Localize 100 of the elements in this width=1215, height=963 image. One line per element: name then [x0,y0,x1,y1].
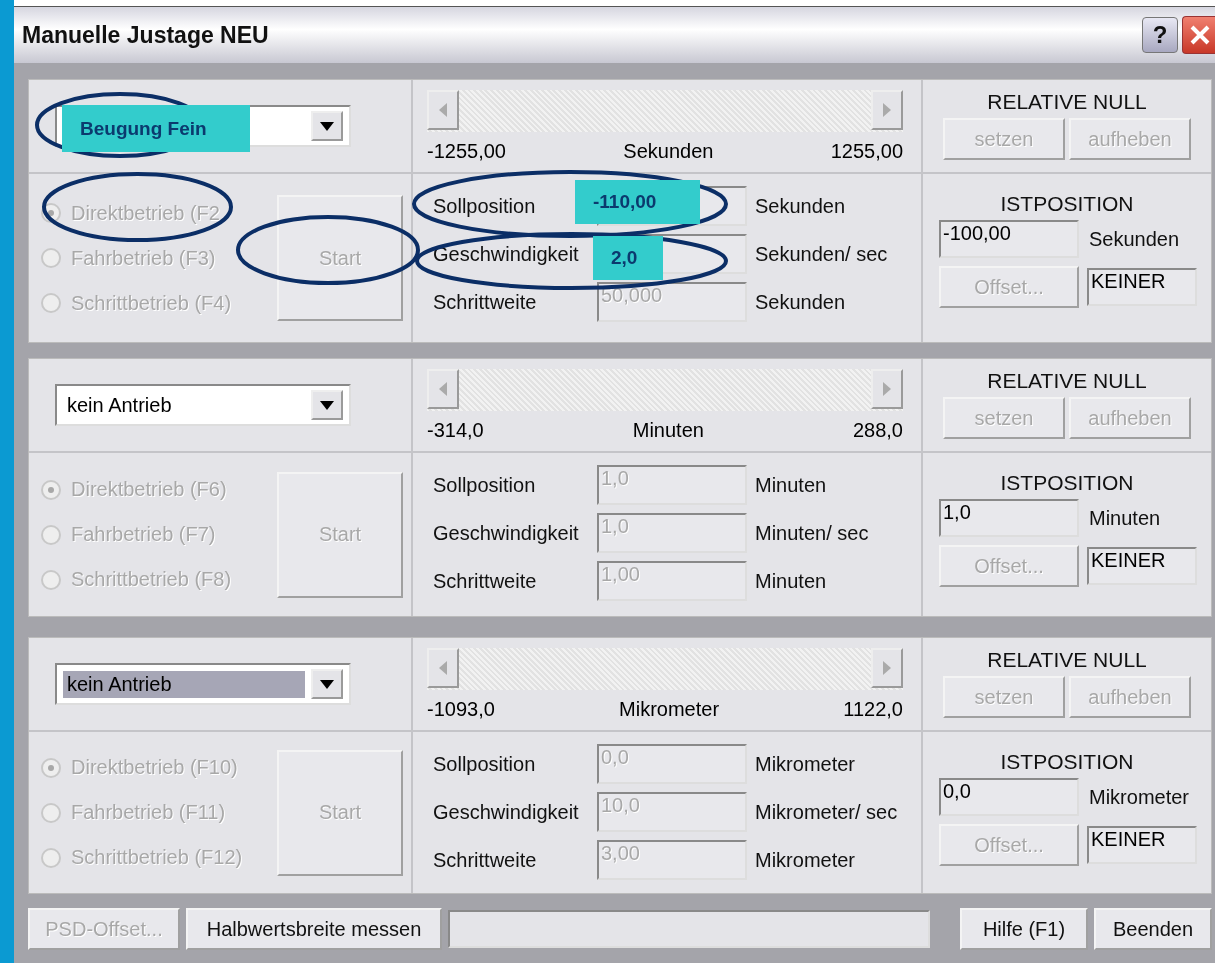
offset-mode-field: KEINER [1087,547,1197,585]
radio-button[interactable] [41,248,61,268]
position-field: 1,0 [939,499,1079,537]
field-label: Schrittweite [433,290,538,314]
relative-null-button[interactable]: aufheben [1069,118,1191,160]
radio-label[interactable]: Schrittbetrieb (F4) [71,291,232,315]
annotation-tooltip: 2,0 [593,236,663,280]
measure-button[interactable]: Halbwertsbreite messen [186,908,442,950]
scale-min: -314,0 [427,419,484,442]
scrollbar[interactable] [427,369,903,411]
radio-label[interactable]: Schrittbetrieb (F8) [71,568,232,591]
scrollbar[interactable] [427,648,903,690]
close-button[interactable] [1182,16,1215,54]
input-field[interactable]: 1,0 [597,465,747,505]
unit-label: Minuten [1089,506,1161,530]
left-arrow-icon [439,382,447,396]
position-field: -100,00 [939,220,1079,258]
drive-dropdown[interactable]: kein Antrieb [55,663,351,705]
annotation-tooltip: -110,00 [575,180,700,224]
scale-min: -1093,0 [427,698,495,721]
drive-dropdown[interactable]: kein Antrieb [55,384,351,426]
field-label: Sollposition [433,752,537,776]
scale-unit: Mikrometer [619,698,720,721]
radio-button[interactable] [41,524,61,545]
unit-label: Mikrometer [755,848,855,872]
offset-mode-field: KEINER [1087,826,1197,864]
help-button[interactable]: Hilfe (F1) [960,908,1088,950]
start-button[interactable]: Start [277,195,403,321]
radio-label[interactable]: Schrittbetrieb (F12) [71,846,243,869]
left-arrow-icon [439,661,447,675]
field-label: Schrittweite [433,848,538,872]
input-field[interactable]: 1,0 [597,513,747,553]
section-title: RELATIVE NULL [987,648,1147,672]
input-field[interactable]: 10,0 [597,792,747,832]
scale-min: -1255,00 [427,140,506,163]
unit-label: Mikrometer [1089,785,1189,809]
radio-label[interactable]: Fahrbetrieb (F11) [71,801,226,824]
close-button[interactable]: Beenden [1094,908,1212,950]
scale-max: 1255,00 [830,140,903,163]
radio-button[interactable] [41,802,61,823]
field-label: Geschwindigkeit [433,800,580,824]
offset-button[interactable]: Offset... [939,545,1079,587]
start-button[interactable]: Start [277,471,403,598]
dropdown-arrow-icon [320,400,334,410]
right-arrow-icon [883,103,891,117]
close-icon [1189,24,1211,46]
section-title: ISTPOSITION [999,192,1135,216]
scale-max: 1122,0 [843,698,903,721]
left-arrow-icon [439,103,447,117]
input-field[interactable]: 1,00 [597,561,747,601]
radio-label[interactable]: Direktbetrieb (F10) [71,756,238,779]
position-field: 0,0 [939,778,1079,816]
radio-button[interactable] [41,293,61,313]
radio-label[interactable]: Fahrbetrieb (F7) [71,523,216,546]
unit-label: Sekunden [755,290,846,314]
unit-label: Minuten [755,569,827,593]
input-field[interactable]: 0,0 [597,744,747,784]
radio-label[interactable]: Direktbetrieb (F2 [71,201,220,225]
relative-null-button[interactable]: setzen [943,676,1065,718]
unit-label: Minuten/ sec [755,521,869,545]
right-arrow-icon [883,382,891,396]
scale-unit: Sekunden [623,140,714,163]
dropdown-arrow-icon [320,679,334,689]
field-label: Geschwindigkeit [433,521,580,545]
unit-label: Minuten [755,473,827,497]
relative-null-button[interactable]: aufheben [1069,397,1191,439]
input-field[interactable]: 3,00 [597,840,747,880]
unit-label: Mikrometer/ sec [755,800,898,824]
offset-button[interactable]: Offset... [939,266,1079,308]
scale-unit: Minuten [632,419,704,442]
radio-button[interactable] [41,479,61,500]
field-label: Schrittweite [433,569,538,593]
field-label: Sollposition [433,194,537,218]
relative-null-button[interactable]: setzen [943,397,1065,439]
radio-label[interactable]: Fahrbetrieb (F3) [71,246,216,270]
radio-label[interactable]: Direktbetrieb (F6) [71,478,227,501]
help-button[interactable]: ? [1142,17,1178,53]
field-label: Geschwindigkeit [433,242,580,266]
unit-label: Mikrometer [755,752,855,776]
section-title: ISTPOSITION [999,750,1135,774]
psd-offset-button[interactable]: PSD-Offset... [28,908,180,950]
right-arrow-icon [883,661,891,675]
scrollbar[interactable] [427,90,903,132]
section-title: RELATIVE NULL [987,369,1147,393]
start-button[interactable]: Start [277,749,403,876]
offset-button[interactable]: Offset... [939,824,1079,866]
unit-label: Sekunden/ sec [755,242,888,266]
window-title: Manuelle Justage NEU [22,21,270,49]
radio-button[interactable] [41,847,61,868]
unit-label: Sekunden [1089,227,1180,251]
radio-button[interactable] [41,757,61,778]
radio-button[interactable] [41,569,61,590]
field-label: Sollposition [433,473,537,497]
annotation-tooltip: Beugung Fein [62,105,250,152]
relative-null-button[interactable]: aufheben [1069,676,1191,718]
scale-max: 288,0 [852,419,903,442]
input-field[interactable]: 50,000 [597,282,747,322]
section-title: RELATIVE NULL [987,90,1147,114]
unit-label: Sekunden [755,194,846,218]
relative-null-button[interactable]: setzen [943,118,1065,160]
